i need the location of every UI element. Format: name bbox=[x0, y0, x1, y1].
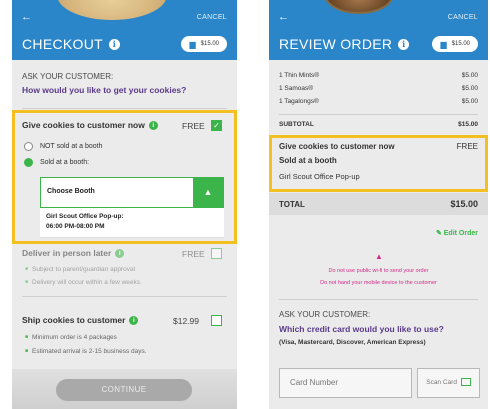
option-ship-label: Ship cookies to customer bbox=[22, 315, 126, 325]
checkout-screen: ← CANCEL CHECKOUT i ▆ $15.00 ASK YOUR CU… bbox=[12, 0, 237, 409]
subtotal-row: SUBTOTAL $15.00 bbox=[279, 121, 478, 128]
ask-label: ASK YOUR CUSTOMER: bbox=[279, 310, 371, 319]
cart-total-button[interactable]: ▆ $15.00 bbox=[181, 36, 227, 52]
list-item: Estimated arrival is 2-15 business days. bbox=[25, 348, 147, 355]
cookie-box-icon: ▆ bbox=[189, 39, 196, 49]
ask-question: Which credit card would you like to use? bbox=[279, 324, 444, 334]
option-deliver-later-title[interactable]: Deliver in person later i bbox=[22, 248, 125, 258]
total-label: TOTAL bbox=[279, 200, 305, 209]
page-title-text: CHECKOUT bbox=[22, 36, 103, 52]
warning-icon: ▲ bbox=[375, 252, 383, 261]
cart-total-button[interactable]: ▆ $15.00 bbox=[432, 36, 478, 52]
cookie-box-icon: ▆ bbox=[440, 39, 447, 49]
highlight-box bbox=[12, 110, 237, 244]
camera-scan-icon bbox=[460, 378, 471, 387]
ask-label: ASK YOUR CUSTOMER: bbox=[22, 72, 114, 81]
option-deliver-later-price: FREE bbox=[182, 249, 205, 259]
cookie-image bbox=[324, 0, 394, 14]
info-icon[interactable]: i bbox=[129, 315, 139, 325]
divider bbox=[22, 296, 227, 297]
back-arrow-icon[interactable]: ← bbox=[21, 11, 32, 23]
option-ship-title[interactable]: Ship cookies to customer i bbox=[22, 315, 139, 325]
review-order-screen: ← CANCEL REVIEW ORDER i ▆ $15.00 1 Thin … bbox=[269, 0, 488, 409]
subtotal-label: SUBTOTAL bbox=[279, 121, 314, 128]
back-arrow-icon[interactable]: ← bbox=[278, 11, 289, 23]
total-value: $15.00 bbox=[450, 199, 478, 209]
divider bbox=[279, 299, 478, 300]
checkout-header: ← CANCEL CHECKOUT i ▆ $15.00 bbox=[12, 0, 237, 60]
list-item: Subject to parent/guardian approval bbox=[25, 266, 135, 273]
scan-card-label: Scan Card bbox=[426, 379, 457, 386]
cancel-button[interactable]: CANCEL bbox=[197, 14, 227, 21]
pencil-icon: ✎ bbox=[435, 230, 444, 237]
page-title-text: REVIEW ORDER bbox=[279, 36, 393, 52]
divider bbox=[22, 108, 227, 109]
order-item-price: $5.00 bbox=[461, 72, 478, 79]
option-ship-price: $12.99 bbox=[173, 316, 199, 326]
info-icon[interactable]: i bbox=[398, 38, 410, 50]
info-icon[interactable]: i bbox=[108, 38, 120, 50]
highlight-box bbox=[269, 135, 488, 192]
order-item-row: 1 Tagalongs® $5.00 bbox=[279, 98, 478, 105]
card-number-field[interactable]: Card Number bbox=[279, 368, 412, 398]
review-header: ← CANCEL REVIEW ORDER i ▆ $15.00 bbox=[269, 0, 488, 60]
order-item-name: 1 Samoas® bbox=[279, 85, 314, 92]
option-ship-checkbox[interactable] bbox=[211, 315, 222, 326]
edit-order-label: Edit Order bbox=[443, 230, 478, 237]
cancel-button[interactable]: CANCEL bbox=[448, 14, 478, 21]
order-item-row: 1 Samoas® $5.00 bbox=[279, 85, 478, 92]
card-types: (Visa, Mastercard, Discover, American Ex… bbox=[279, 339, 426, 346]
continue-button[interactable]: CONTINUE bbox=[56, 379, 192, 401]
option-deliver-later-label: Deliver in person later bbox=[22, 248, 112, 258]
scan-card-button[interactable]: Scan Card bbox=[417, 368, 480, 398]
continue-bar: CONTINUE bbox=[12, 369, 237, 409]
order-item-price: $5.00 bbox=[461, 85, 478, 92]
edit-order-link[interactable]: ✎ Edit Order bbox=[436, 229, 478, 237]
page-title: CHECKOUT i bbox=[22, 36, 120, 52]
total-bar: TOTAL $15.00 bbox=[269, 193, 488, 215]
order-item-row: 1 Thin Mints® $5.00 bbox=[279, 72, 478, 79]
option-deliver-later-checkbox[interactable] bbox=[211, 248, 222, 259]
list-item: Delivery will occur within a few weeks. bbox=[25, 279, 142, 286]
list-item: Minimum order is 4 packages bbox=[25, 334, 117, 341]
subtotal-value: $15.00 bbox=[458, 121, 478, 128]
warning-text: Do not hand your mobile device to the cu… bbox=[320, 280, 437, 286]
page-title: REVIEW ORDER i bbox=[279, 36, 410, 52]
cookie-image bbox=[57, 0, 167, 20]
warning-text: Do not use public wi-fi to send your ord… bbox=[328, 268, 429, 274]
divider bbox=[279, 114, 478, 115]
order-item-name: 1 Tagalongs® bbox=[279, 98, 319, 105]
cart-total-value: $15.00 bbox=[451, 41, 470, 47]
order-item-name: 1 Thin Mints® bbox=[279, 72, 320, 79]
ask-question: How would you like to get your cookies? bbox=[22, 85, 187, 95]
cart-total-value: $15.00 bbox=[200, 41, 219, 47]
order-item-price: $5.00 bbox=[461, 98, 478, 105]
info-icon[interactable]: i bbox=[115, 248, 125, 258]
